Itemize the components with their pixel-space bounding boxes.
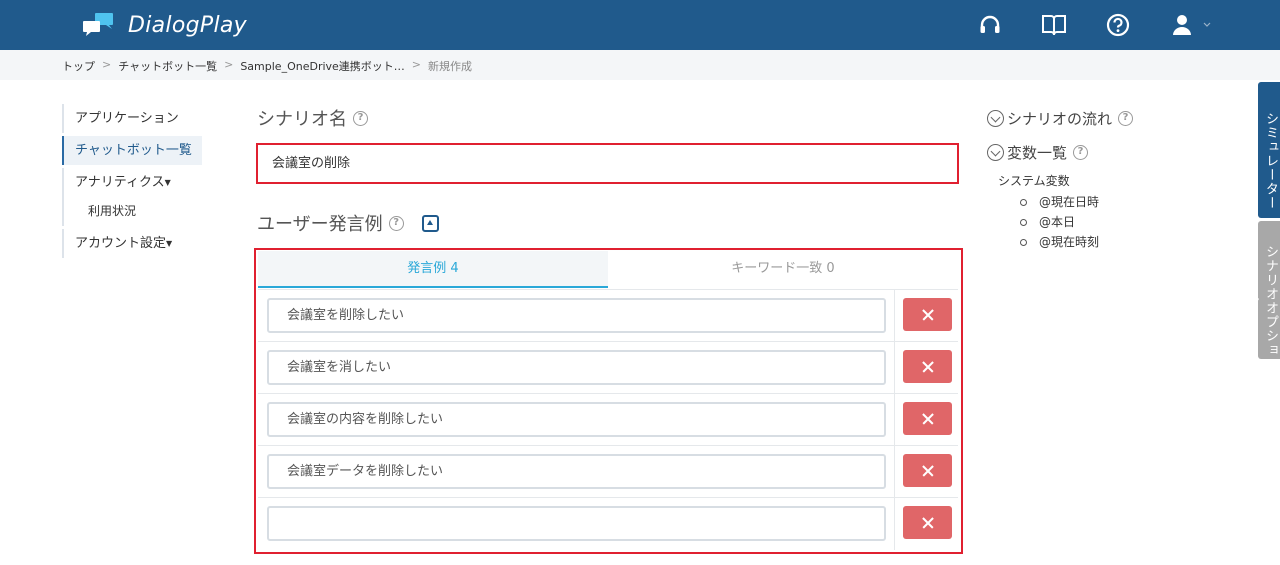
user-examples-label: ユーザー発言例	[257, 214, 383, 235]
scenario-name-label: シナリオ名	[257, 109, 347, 130]
scenario-flow-toggle[interactable]: シナリオの流れ ?	[987, 106, 1134, 130]
chevron-down-circle-icon	[987, 143, 1004, 161]
utterance-input[interactable]: 会議室を消したい	[267, 350, 886, 385]
utterance-input-empty[interactable]	[267, 506, 886, 541]
question-circle-icon[interactable]: ?	[388, 215, 404, 231]
scenario-options-tab[interactable]: シナリオオプション	[1244, 221, 1280, 359]
delete-button[interactable]	[903, 298, 952, 331]
row-divider	[894, 290, 895, 342]
tab-utterance-examples[interactable]: 発言例 4	[258, 251, 608, 288]
variables-label: 変数一覧	[1007, 143, 1068, 162]
sidebar-item-account-settings[interactable]: アカウント設定▼	[62, 229, 202, 258]
delete-button[interactable]	[903, 350, 952, 383]
breadcrumb-current: 新規作成	[428, 60, 473, 73]
top-header: DialogPlay	[0, 0, 1280, 50]
sidebar-item-chatbot-list[interactable]: チャットボット一覧	[62, 136, 202, 165]
breadcrumb: トップ > チャットボット一覧 > Sample_OneDrive連携ボット… …	[62, 58, 472, 74]
utterance-tabs: 発言例 4 キーワード一致 0	[258, 251, 958, 288]
delete-button[interactable]	[903, 506, 952, 539]
utterance-row: 会議室を削除したい	[258, 289, 958, 342]
delete-button[interactable]	[903, 454, 952, 487]
caret-down-icon: ▼	[166, 239, 173, 248]
user-examples-heading: ユーザー発言例 ?	[257, 210, 439, 236]
question-circle-icon[interactable]: ?	[1118, 110, 1134, 126]
collapse-icon[interactable]	[421, 214, 439, 232]
variable-item[interactable]: @現在日時	[1020, 192, 1133, 212]
app-logo[interactable]: DialogPlay	[82, 12, 247, 38]
book-icon[interactable]	[1040, 11, 1068, 39]
chat-bubbles-icon	[82, 12, 118, 38]
app-name: DialogPlay	[128, 12, 247, 38]
user-menu[interactable]	[1168, 11, 1216, 39]
sidebar-item-label: 利用状況	[88, 204, 137, 218]
breadcrumb-top[interactable]: トップ	[62, 58, 95, 74]
sidebar-item-analytics[interactable]: アナリティクス▼	[62, 168, 202, 197]
chevron-down-circle-icon	[987, 109, 1004, 127]
breadcrumb-separator: >	[224, 58, 234, 71]
utterance-input[interactable]: 会議室データを削除したい	[267, 454, 886, 489]
utterance-row	[258, 497, 958, 550]
caret-down-icon: ▼	[164, 178, 171, 187]
sidebar: アプリケーション チャットボット一覧 アナリティクス▼ 利用状況 アカウント設定…	[62, 104, 202, 261]
question-circle-icon[interactable]: ?	[353, 110, 368, 126]
help-circle-icon[interactable]	[1104, 11, 1132, 39]
row-divider	[894, 394, 895, 446]
utterance-input[interactable]: 会議室の内容を削除したい	[267, 402, 886, 437]
utterance-row: 会議室データを削除したい	[258, 445, 958, 498]
sidebar-item-label: アナリティクス	[75, 175, 165, 190]
variable-item[interactable]: @本日	[1020, 212, 1133, 232]
sidebar-item-applications[interactable]: アプリケーション	[62, 104, 202, 133]
breadcrumb-chatbot-list[interactable]: チャットボット一覧	[118, 58, 217, 74]
scenario-name-input[interactable]: 会議室の削除	[258, 145, 958, 182]
utterance-row: 会議室を消したい	[258, 341, 958, 394]
scenario-name-heading: シナリオ名 ?	[257, 105, 368, 131]
system-variables-list: @現在日時 @本日 @現在時刻	[1020, 192, 1133, 252]
scenario-flow-label: シナリオの流れ	[1007, 109, 1113, 128]
tab-keyword-match[interactable]: キーワード一致 0	[608, 251, 958, 288]
headset-icon[interactable]	[976, 11, 1004, 39]
right-panel: シナリオの流れ ? 変数一覧 ? システム変数 @現在日時 @本日 @現在時刻	[987, 106, 1134, 252]
breadcrumb-separator: >	[102, 58, 112, 71]
variables-toggle[interactable]: 変数一覧 ?	[987, 140, 1133, 164]
row-divider	[894, 446, 895, 498]
utterance-input[interactable]: 会議室を削除したい	[267, 298, 886, 333]
simulator-tab[interactable]: シミュレーター	[1258, 82, 1280, 218]
sidebar-item-label: チャットボット一覧	[75, 143, 192, 158]
breadcrumb-bot[interactable]: Sample_OneDrive連携ボット…	[240, 58, 404, 74]
row-divider	[894, 498, 895, 550]
system-variables-label: システム変数	[998, 174, 1070, 188]
delete-button[interactable]	[903, 402, 952, 435]
sidebar-item-label: アカウント設定	[75, 236, 167, 251]
row-divider	[894, 342, 895, 394]
breadcrumb-bar: トップ > チャットボット一覧 > Sample_OneDrive連携ボット… …	[0, 50, 1280, 80]
question-circle-icon[interactable]: ?	[1073, 144, 1089, 160]
breadcrumb-separator: >	[411, 58, 422, 71]
sidebar-item-usage[interactable]: 利用状況	[62, 197, 202, 226]
variable-item[interactable]: @現在時刻	[1020, 232, 1133, 252]
utterance-row: 会議室の内容を削除したい	[258, 393, 958, 446]
sidebar-item-label: アプリケーション	[75, 111, 179, 126]
